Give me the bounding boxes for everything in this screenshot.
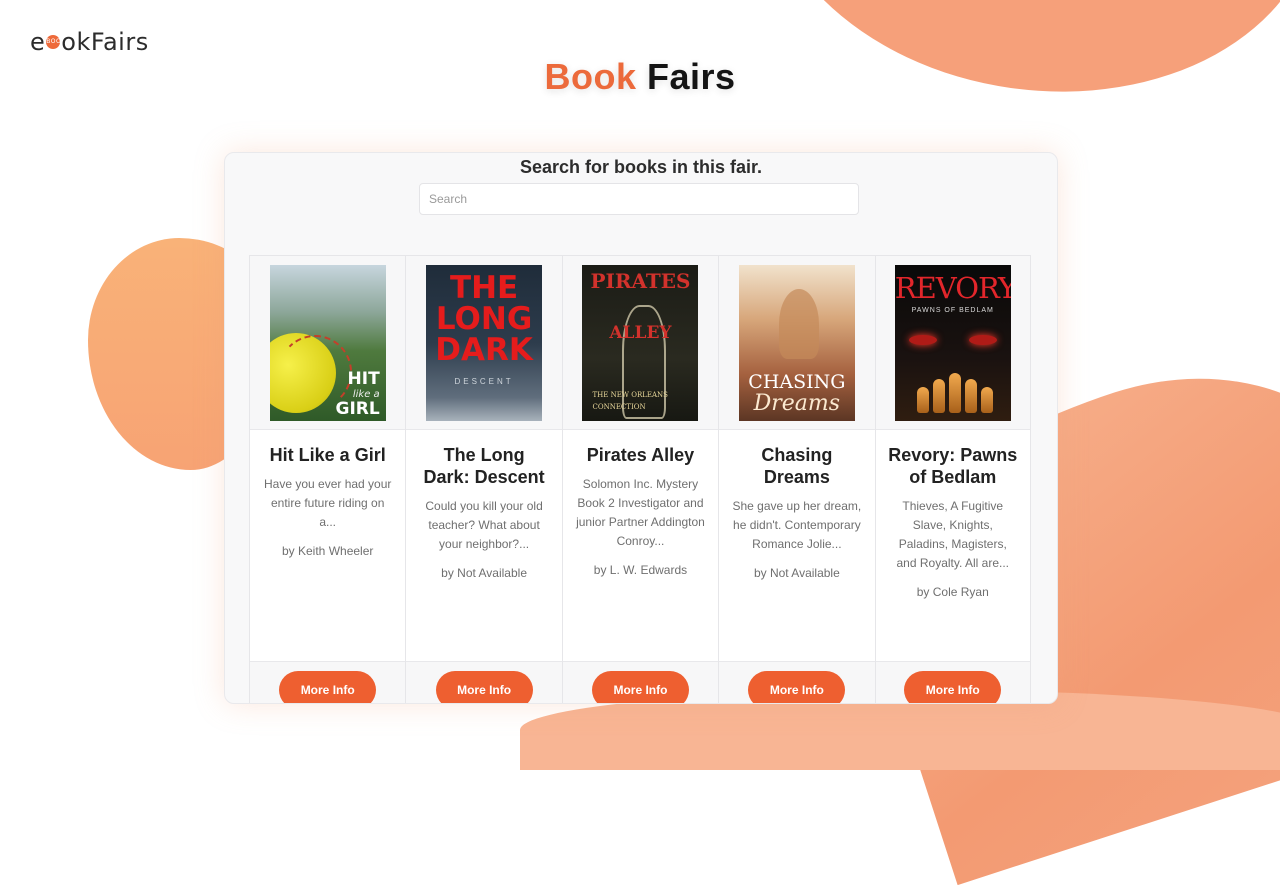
book-card-footer: More Info: [250, 661, 406, 703]
book-description: Thieves, A Fugitive Slave, Knights, Pala…: [896, 499, 1010, 570]
cover-title-line2: ALLEY: [609, 323, 672, 343]
book-card-body: Pirates Alley Solomon Inc. Mystery Book …: [563, 430, 718, 577]
pawn-graphic: [964, 379, 977, 413]
logo-book-icon: BOOK: [46, 35, 65, 49]
cover-subtitle: THE NEW ORLEANS CONNECTION: [592, 391, 668, 411]
more-info-button[interactable]: More Info: [748, 671, 846, 703]
book-author: by Keith Wheeler: [282, 544, 374, 558]
book-cover-image[interactable]: HIT like a GIRL: [269, 265, 386, 421]
book-search-panel: Search for books in this fair. HIT like …: [224, 152, 1058, 704]
more-info-button[interactable]: More Info: [435, 671, 533, 703]
book-cover-image[interactable]: REVORY PAWNS OF BEDLAM: [894, 265, 1011, 421]
site-logo[interactable]: e BOOK okFairs: [30, 28, 149, 56]
book-description: Solomon Inc. Mystery Book 2 Investigator…: [576, 477, 705, 548]
book-grid: HIT like a GIRL Hit Like a Girl Have you…: [249, 255, 1031, 703]
book-cover-area: PIRATES ALLEY THE NEW ORLEANS CONNECTION: [562, 256, 719, 430]
pawn-graphic: [916, 387, 929, 413]
panel-heading: Search for books in this fair.: [519, 157, 763, 177]
book-title: The Long Dark: Descent: [423, 445, 545, 487]
book-author: by Not Available: [441, 566, 527, 580]
cover-subtitle: DESCENT: [454, 377, 514, 386]
book-card: HIT like a GIRL Hit Like a Girl Have you…: [249, 255, 406, 703]
book-author: by L. W. Edwards: [593, 563, 688, 577]
cover-title-line2: Dreams: [753, 391, 841, 416]
page-title-accent: Book: [544, 56, 637, 97]
cover-title-line2: GIRL: [335, 399, 380, 419]
book-title: Revory: Pawns of Bedlam: [888, 445, 1018, 487]
book-card: REVORY PAWNS OF BEDLAM Revory: Pawns of …: [874, 255, 1031, 703]
book-cover-area: REVORY PAWNS OF BEDLAM: [875, 256, 1030, 430]
book-card-body: Chasing Dreams She gave up her dream, he…: [719, 430, 874, 580]
more-info-button[interactable]: More Info: [279, 671, 377, 703]
book-card: THE LONG DARK DESCENT The Long Dark: Des…: [405, 255, 562, 703]
logo-text-left: e: [30, 28, 46, 56]
cover-title-line1: CHASING: [748, 371, 846, 393]
cover-title: CHASING Dreams: [739, 371, 855, 415]
pawn-graphic: [932, 379, 945, 413]
book-cover-image[interactable]: CHASING Dreams: [738, 265, 855, 421]
book-cover-image[interactable]: PIRATES ALLEY THE NEW ORLEANS CONNECTION: [582, 265, 699, 421]
book-card-body: Hit Like a Girl Have you ever had your e…: [250, 430, 405, 558]
logo-text-right: okFairs: [61, 28, 149, 56]
book-cover-image[interactable]: THE LONG DARK DESCENT: [426, 265, 543, 421]
book-description: Have you ever had your entire future rid…: [263, 477, 392, 529]
cover-title: HIT like a GIRL: [335, 369, 380, 419]
book-description: Could you kill your old teacher? What ab…: [425, 499, 543, 551]
book-description: She gave up her dream, he didn't. Contem…: [732, 499, 862, 551]
red-eye-graphic: [968, 335, 997, 345]
cover-title: PIRATES: [590, 269, 691, 293]
book-card-body: The Long Dark: Descent Could you kill yo…: [406, 430, 561, 580]
cover-subtitle: PAWNS OF BEDLAM: [911, 307, 994, 314]
book-card-footer: More Info: [562, 661, 719, 703]
book-title: Hit Like a Girl: [269, 445, 386, 465]
book-card-footer: More Info: [719, 661, 875, 703]
book-card: CHASING Dreams Chasing Dreams She gave u…: [718, 255, 875, 703]
book-title: Chasing Dreams: [761, 445, 833, 487]
cover-title-line1: HIT: [347, 369, 380, 389]
book-author: by Not Available: [753, 566, 840, 580]
pawn-graphic: [980, 387, 993, 413]
more-info-button[interactable]: More Info: [591, 671, 689, 703]
cover-title: THE LONG DARK: [435, 270, 533, 368]
page-title-rest: Fairs: [646, 56, 736, 97]
book-cover-area: CHASING Dreams: [719, 256, 875, 430]
cover-title: REVORY: [894, 271, 1011, 305]
book-card-footer: More Info: [406, 661, 562, 703]
book-cover-area: HIT like a GIRL: [250, 256, 406, 430]
red-eye-graphic: [908, 335, 937, 345]
book-author: by Cole Ryan: [916, 585, 989, 599]
book-card-body: Revory: Pawns of Bedlam Thieves, A Fugit…: [876, 430, 1030, 599]
book-card: PIRATES ALLEY THE NEW ORLEANS CONNECTION…: [561, 255, 719, 703]
book-cover-area: THE LONG DARK DESCENT: [406, 256, 562, 430]
page-title: Book Fairs: [0, 56, 1280, 98]
book-card-footer: More Info: [875, 661, 1030, 703]
couple-figure-graphic: [778, 289, 819, 359]
more-info-button[interactable]: More Info: [904, 671, 1002, 703]
book-title: Pirates Alley: [586, 445, 695, 465]
pawn-graphic: [948, 373, 961, 413]
search-input[interactable]: [419, 183, 859, 215]
